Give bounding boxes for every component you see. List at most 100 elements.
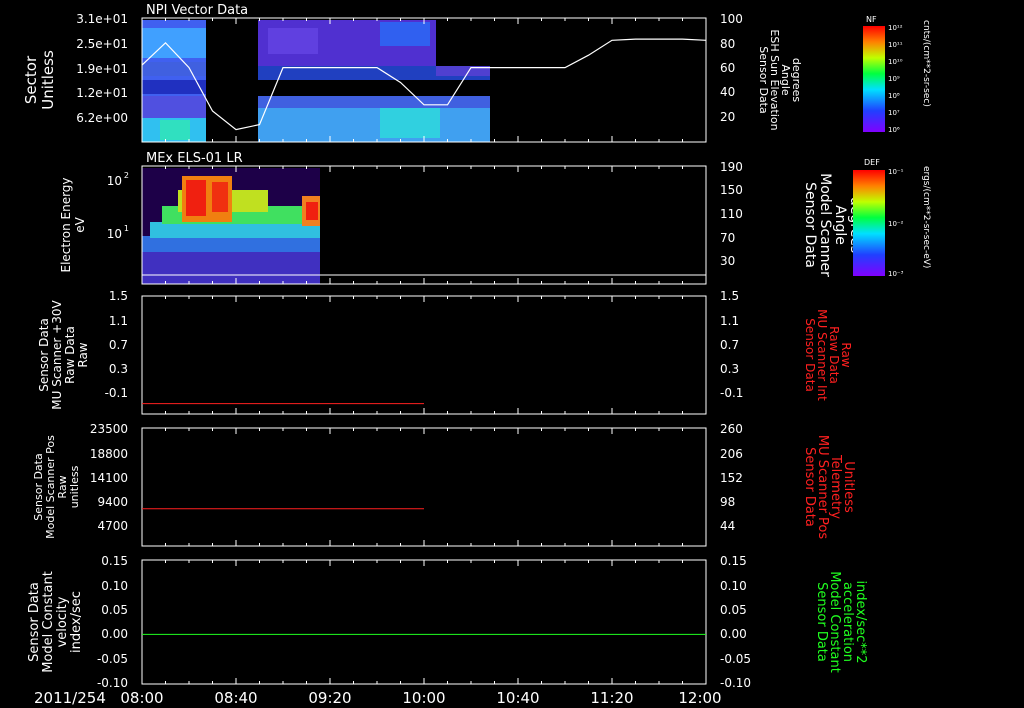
p4-ytick: 18800 [90, 447, 128, 461]
panel2-title: MEx ELS-01 LR [146, 151, 243, 166]
time-tick: 08:00 [120, 689, 163, 707]
panel5-yticks: 0.15 0.10 0.05 0.00 -0.05 -0.10 [97, 554, 128, 690]
panel4-ylabel: Sensor Data Model Scanner Pos Raw unitle… [32, 435, 81, 539]
p3-ytick: -0.1 [105, 386, 128, 400]
p3-ytick: 1.1 [109, 314, 128, 328]
p1-rtick: 80 [720, 37, 735, 51]
p3-ytick: 0.7 [109, 338, 128, 352]
panel1-spectrogram [142, 20, 490, 142]
p5-rlabel-line: index/sec**2 [853, 580, 868, 663]
p4-ytick: 14100 [90, 471, 128, 485]
p3-rlabel-line: Raw Data [827, 326, 841, 384]
p1-rtick: 100 [720, 12, 743, 26]
panel1-title: NPI Vector Data [146, 3, 248, 18]
colorbar-nf-title: NF [866, 15, 877, 24]
p2-ytick-exp: 1 [124, 224, 129, 233]
p2-rlabel-line: Sensor Data [802, 182, 818, 268]
time-tick: 09:20 [308, 689, 351, 707]
time-tick: 12:00 [678, 689, 721, 707]
cb1-tick: 10¹⁰ [888, 58, 903, 66]
cb1-tick: 10⁷ [888, 109, 900, 117]
p5-rtick: 0.00 [720, 627, 747, 641]
p5-rtick: 0.15 [720, 554, 747, 568]
p5-rlabel-line: Model Constant [827, 571, 842, 673]
p2-rtick: 190 [720, 160, 743, 174]
cb1-tick: 10¹² [888, 24, 903, 32]
p5-rtick: -0.10 [720, 676, 751, 690]
p1-ytick: 2.5e+01 [76, 37, 128, 51]
date-label: 2011/254 [34, 689, 106, 707]
colorbar-def-title: DEF [864, 158, 880, 167]
p2-ytick: 10 [107, 227, 122, 241]
p1-ytick: 6.2e+00 [76, 111, 128, 125]
panel3-frame [141, 295, 707, 415]
p5-ytick: -0.10 [97, 676, 128, 690]
time-tick: 10:40 [496, 689, 539, 707]
p4-rlabel-line: MU Scanner Pos [815, 435, 830, 540]
p4-ylabel-line: unitless [68, 465, 81, 508]
cb1-tick: 10¹¹ [888, 41, 903, 49]
colorbar-nf-units: cnts/(cm**2-sr-sec) [921, 20, 931, 107]
p5-ylabel-line: Model Constant [41, 571, 56, 673]
p2-ylabel-line: eV [73, 216, 87, 232]
panel2-ylabel: Electron Energy eV [59, 177, 87, 272]
colorbar-def-ticks: 10⁻¹ 10⁻² 10⁻³ [888, 168, 904, 278]
panel4-frame [141, 427, 707, 547]
p4-ytick: 23500 [90, 422, 128, 436]
p3-ylabel-line: Sensor Data [37, 318, 51, 392]
p4-rlabel-line: Telemetry [828, 454, 843, 519]
p3-rlabel-line: Sensor Data [803, 318, 817, 392]
panel4-rlabel: Sensor Data MU Scanner Pos Telemetry Uni… [802, 435, 856, 540]
p5-ylabel-line: velocity [55, 596, 70, 647]
p4-ytick: 9400 [97, 495, 128, 509]
p3-rlabel-line: Raw [839, 342, 853, 367]
p2-rtick: 70 [720, 231, 735, 245]
p3-ylabel-line: Raw Data [63, 326, 77, 384]
p1-rtick: 60 [720, 61, 735, 75]
time-axis: 08:00 08:40 09:20 10:00 10:40 11:20 12:0… [120, 689, 721, 707]
p3-rtick: 0.3 [720, 362, 739, 376]
p4-rtick: 152 [720, 471, 743, 485]
p3-ylabel-line: MU Scanner +30V [50, 300, 64, 410]
p4-rtick: 44 [720, 519, 735, 533]
p4-rtick: 260 [720, 422, 743, 436]
p4-rlabel-line: Unitless [841, 461, 856, 513]
panel2-rticks: 190 150 110 70 30 [720, 160, 743, 268]
panel1-yticks: 3.1e+01 2.5e+01 1.9e+01 1.2e+01 6.2e+00 [76, 12, 128, 125]
colorbar-def-units: ergs/(cm**2-sr-sec-eV) [921, 166, 931, 268]
p1-ytick: 1.2e+01 [76, 86, 128, 100]
panel5-ylabel: Sensor Data Model Constant velocity inde… [27, 571, 84, 673]
cb2-tick: 10⁻² [888, 220, 904, 228]
p5-ytick: 0.05 [101, 603, 128, 617]
panel2-yticks: 10 2 10 1 [107, 171, 129, 241]
p5-rtick: 0.05 [720, 603, 747, 617]
panel4-yticks: 23500 18800 14100 9400 4700 [90, 422, 128, 533]
p1-rlabel-line: degrees [790, 58, 803, 103]
time-tick: 11:20 [590, 689, 633, 707]
p5-rtick: 0.10 [720, 579, 747, 593]
p1-ylabel-line: Sector [22, 55, 40, 104]
colorbar-nf-ticks: 10¹² 10¹¹ 10¹⁰ 10⁹ 10⁸ 10⁷ 10⁶ [888, 24, 903, 134]
p3-rtick: 1.5 [720, 289, 739, 303]
p5-ylabel-line: Sensor Data [27, 582, 42, 662]
p3-rtick: -0.1 [720, 386, 743, 400]
cb2-tick: 10⁻¹ [888, 168, 904, 176]
p2-rlabel-line: Model Scanner [817, 173, 833, 277]
p3-ylabel-line: Raw [76, 342, 90, 367]
panel3-ylabel: Sensor Data MU Scanner +30V Raw Data Raw [37, 300, 90, 410]
p5-ytick: -0.05 [97, 652, 128, 666]
cb1-tick: 10⁸ [888, 92, 900, 100]
p4-rtick: 98 [720, 495, 735, 509]
time-tick: 10:00 [402, 689, 445, 707]
panel3-yticks: 1.5 1.1 0.7 0.3 -0.1 [105, 289, 128, 400]
p2-rlabel-line: Angle [832, 205, 848, 245]
p1-rtick: 20 [720, 110, 735, 124]
time-tick: 08:40 [214, 689, 257, 707]
p5-ylabel-line: index/sec [69, 591, 84, 653]
p5-rlabel-line: Sensor Data [814, 582, 829, 662]
colorbar-nf-gradient [863, 26, 885, 132]
p2-rtick: 150 [720, 183, 743, 197]
p3-ytick: 0.3 [109, 362, 128, 376]
p1-ylabel-line: Unitless [39, 50, 57, 110]
panel4-rticks: 260 206 152 98 44 [720, 422, 743, 533]
